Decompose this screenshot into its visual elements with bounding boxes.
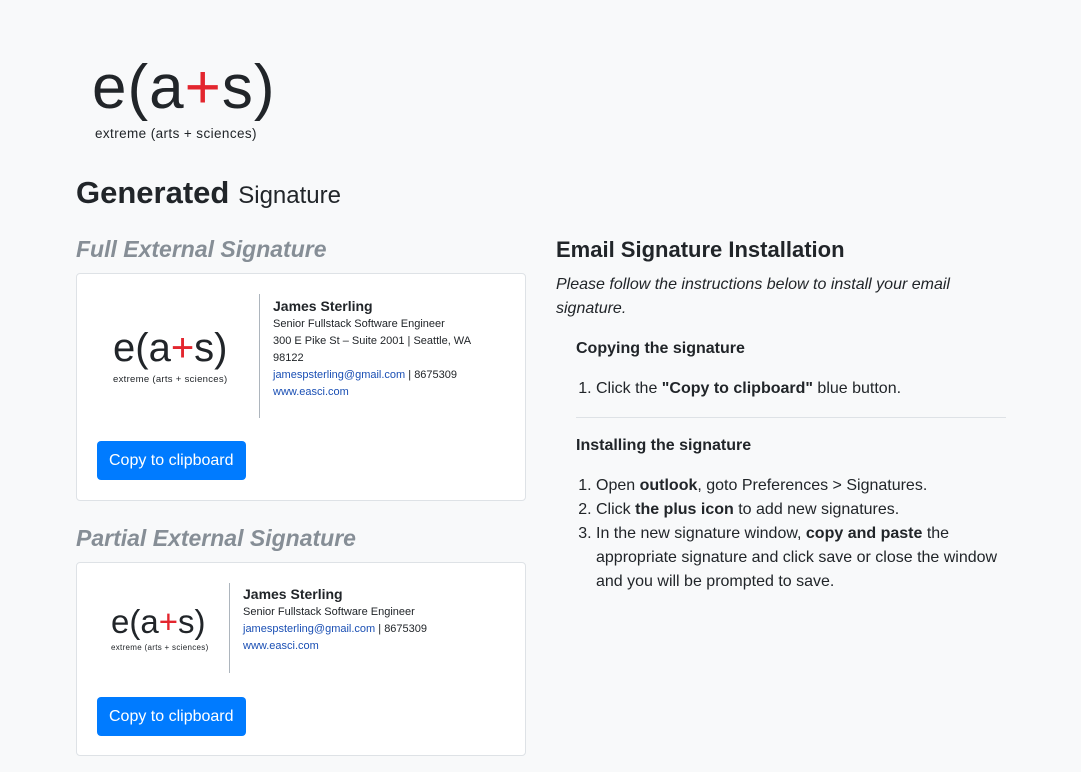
signature-phone: | 8675309 <box>405 369 458 381</box>
copying-steps: Click the "Copy to clipboard" blue butto… <box>576 377 1026 401</box>
copying-heading: Copying the signature <box>576 340 745 357</box>
signature-address: 300 E Pike St – Suite 2001 | Seattle, WA… <box>273 335 471 364</box>
signature-logo: e(a+s) extreme (arts + sciences) <box>111 602 209 652</box>
installation-intro: Please follow the instructions below to … <box>556 276 950 317</box>
signature-name: James Sterling <box>243 586 343 602</box>
installing-step: Open outlook, goto Preferences > Signatu… <box>596 474 1026 498</box>
signature-name: James Sterling <box>273 298 373 314</box>
full-signature-card: e(a+s) extreme (arts + sciences) James S… <box>76 273 526 501</box>
signature-email-link[interactable]: jamespsterling@gmail.com <box>273 369 405 381</box>
installing-step: Click the plus icon to add new signature… <box>596 498 1026 522</box>
installation-title: Email Signature Installation <box>556 237 845 262</box>
copy-partial-signature-button[interactable]: Copy to clipboard <box>97 697 246 736</box>
brand-logo: e(a+s) extreme (arts + sciences) <box>92 50 282 146</box>
partial-signature-title: Partial External Signature <box>76 525 356 551</box>
signature-website-link[interactable]: www.easci.com <box>243 640 319 652</box>
full-signature-info: James Sterling Senior Fullstack Software… <box>260 294 485 418</box>
installing-steps: Open outlook, goto Preferences > Signatu… <box>576 474 1026 594</box>
installing-heading: Installing the signature <box>576 437 752 454</box>
copy-full-signature-button[interactable]: Copy to clipboard <box>97 441 246 480</box>
full-signature-block: e(a+s) extreme (arts + sciences) James S… <box>113 294 485 418</box>
partial-signature-block: e(a+s) extreme (arts + sciences) James S… <box>111 583 463 673</box>
logo-wordmark: e(a+s) <box>92 53 276 122</box>
signature-email-link[interactable]: jamespsterling@gmail.com <box>243 623 375 635</box>
copying-step: Click the "Copy to clipboard" blue butto… <box>596 377 1026 401</box>
full-signature-title: Full External Signature <box>76 236 327 262</box>
page-title: Generated Signature <box>76 175 341 210</box>
logo-tagline: extreme (arts + sciences) <box>95 126 257 141</box>
signature-role: Senior Fullstack Software Engineer <box>273 318 445 330</box>
partial-signature-card: e(a+s) extreme (arts + sciences) James S… <box>76 562 526 756</box>
section-divider <box>576 417 1006 418</box>
installing-step: In the new signature window, copy and pa… <box>596 522 1026 594</box>
partial-signature-info: James Sterling Senior Fullstack Software… <box>230 583 463 673</box>
signature-logo: e(a+s) extreme (arts + sciences) <box>113 325 228 385</box>
signature-phone: | 8675309 <box>375 623 428 635</box>
signature-role: Senior Fullstack Software Engineer <box>243 606 415 618</box>
signature-website-link[interactable]: www.easci.com <box>273 386 349 398</box>
